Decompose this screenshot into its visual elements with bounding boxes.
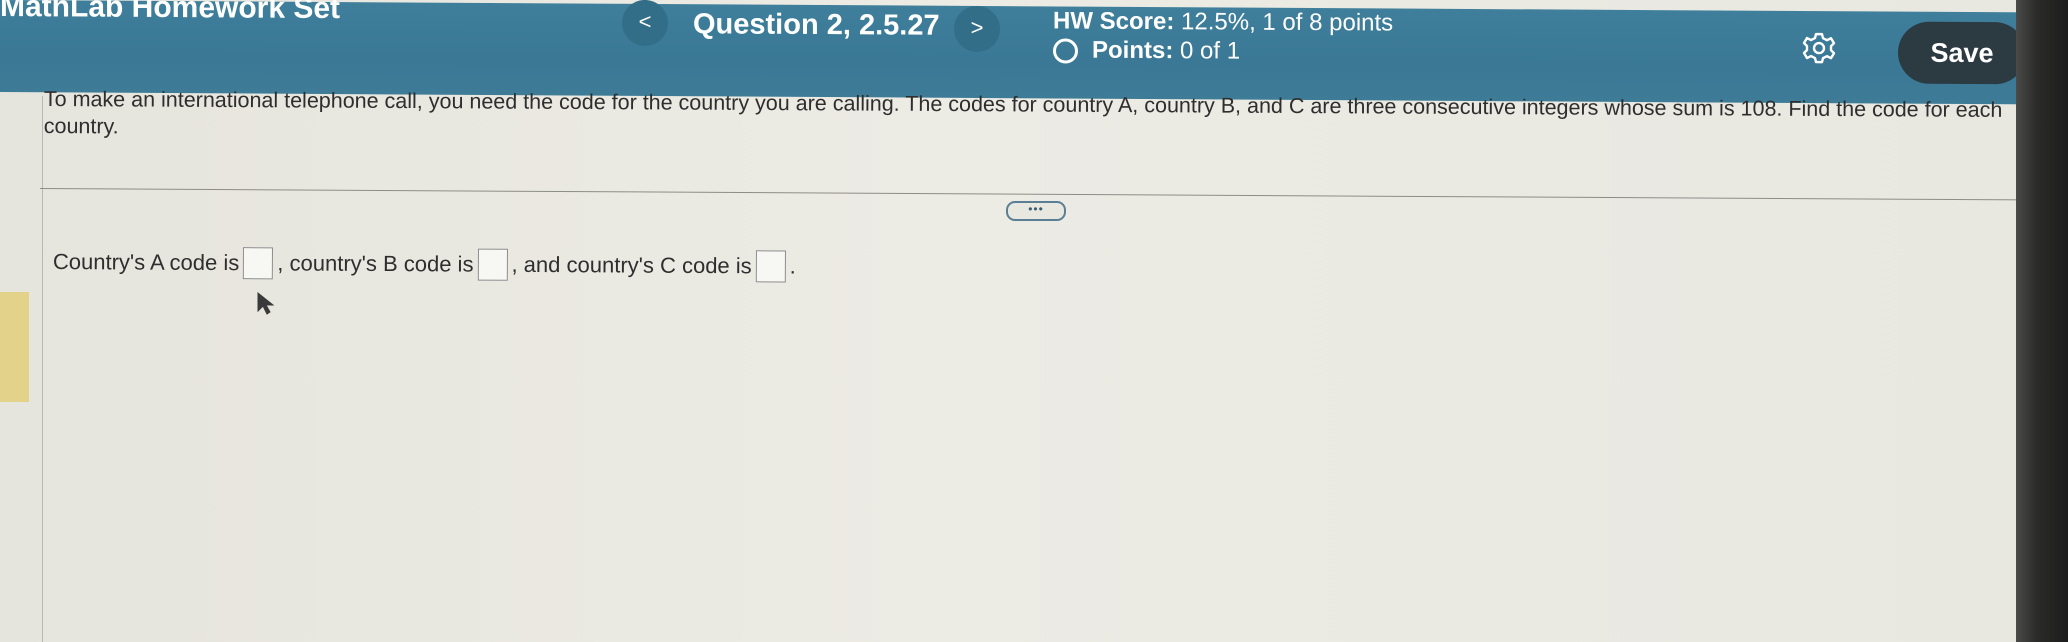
country-b-answer-box[interactable] bbox=[477, 248, 508, 281]
hw-score-label: HW Score: bbox=[1053, 7, 1175, 36]
country-a-answer-box[interactable] bbox=[243, 247, 274, 280]
country-b-label: , country's B code is bbox=[277, 250, 474, 277]
country-a-label: Country's A code is bbox=[52, 248, 240, 276]
save-button[interactable]: Save bbox=[1898, 21, 2026, 85]
gear-icon[interactable] bbox=[1802, 31, 1836, 65]
divider bbox=[39, 188, 2025, 201]
country-c-label: , and country's C code is bbox=[511, 251, 752, 279]
points-label: Points: bbox=[1092, 36, 1174, 65]
hw-score: HW Score: 12.5%, 1 of 8 points bbox=[1053, 7, 1393, 37]
circle-icon bbox=[1053, 37, 1078, 64]
cursor-icon bbox=[257, 291, 275, 315]
country-c-answer-box[interactable] bbox=[755, 250, 786, 283]
next-question-button[interactable]: > bbox=[954, 5, 1000, 53]
points-status: Points: 0 of 1 bbox=[1053, 36, 1240, 65]
hw-score-value: 12.5%, 1 of 8 points bbox=[1181, 8, 1394, 37]
answer-line: Country's A code is , country's B code i… bbox=[53, 246, 796, 283]
answer-end-period: . bbox=[789, 253, 796, 279]
left-side-tab[interactable] bbox=[0, 292, 29, 402]
page: MathLab Homework Set < Question 2, 2.5.2… bbox=[0, 0, 2068, 642]
screen-bezel bbox=[2016, 0, 2068, 642]
more-button[interactable]: ••• bbox=[1006, 201, 1066, 221]
points-value: 0 of 1 bbox=[1180, 37, 1241, 65]
app-title: MathLab Homework Set bbox=[0, 0, 341, 26]
previous-question-button[interactable]: < bbox=[622, 0, 668, 47]
question-label: Question 2, 2.5.27 bbox=[693, 8, 940, 42]
problem-statement: To make an international telephone call,… bbox=[43, 86, 2003, 139]
